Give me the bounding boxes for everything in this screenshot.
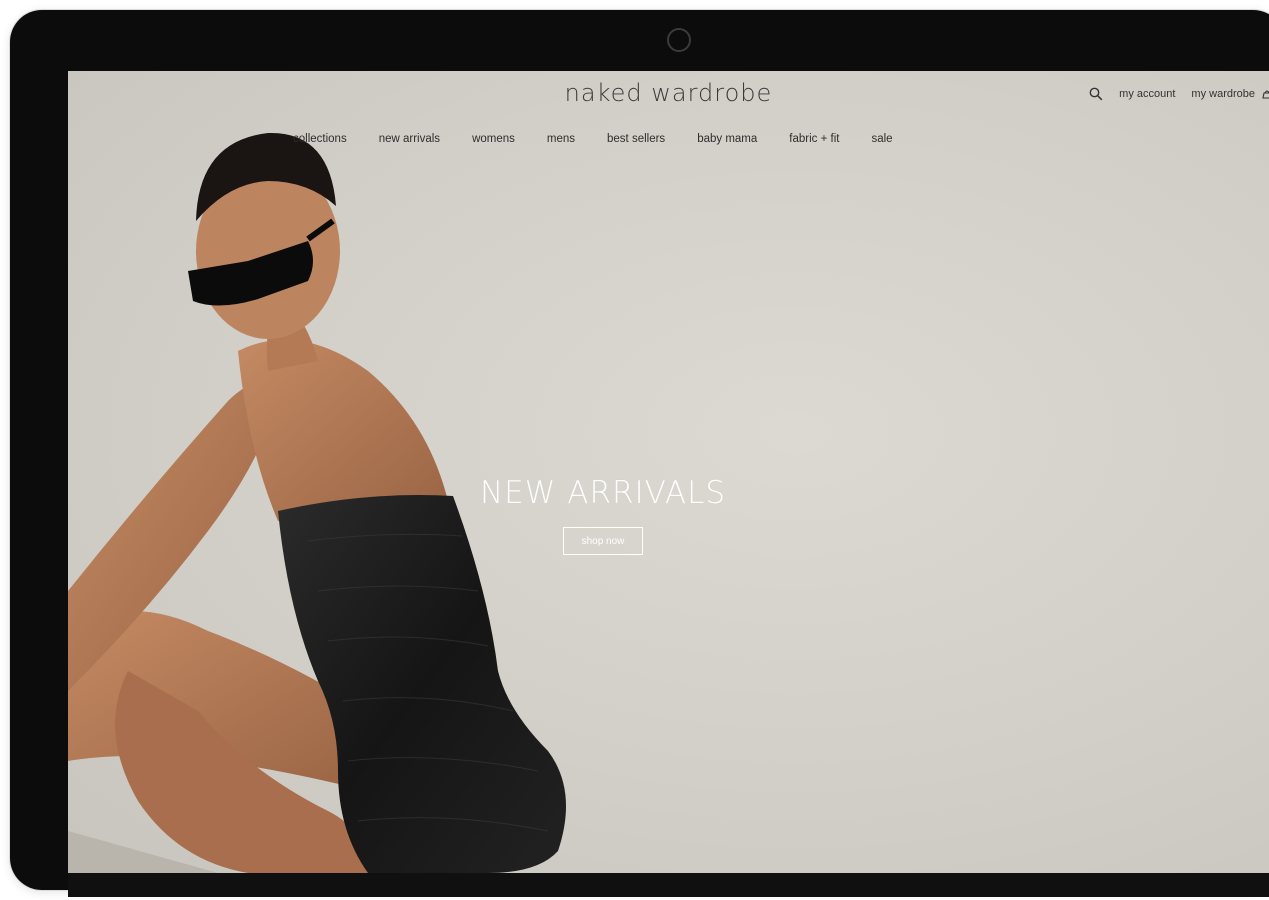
nav-item-baby-mama[interactable]: baby mama xyxy=(697,133,757,145)
nav-item-fabric-fit[interactable]: fabric + fit xyxy=(789,133,839,145)
search-icon xyxy=(1089,87,1103,101)
nav-item-best-sellers[interactable]: best sellers xyxy=(607,133,665,145)
my-wardrobe-link[interactable]: my wardrobe xyxy=(1191,88,1269,100)
nav-item-new-arrivals[interactable]: new arrivals xyxy=(379,133,440,145)
device-bottom-bezel xyxy=(68,873,1269,897)
nav-item-mens[interactable]: mens xyxy=(547,133,575,145)
search-button[interactable] xyxy=(1089,87,1103,101)
hero-banner: NEW ARRIVALS shop now xyxy=(448,475,758,555)
front-camera xyxy=(667,28,691,52)
nav-item-sale[interactable]: sale xyxy=(871,133,892,145)
hero-model-photo xyxy=(68,132,566,873)
hero-title: NEW ARRIVALS xyxy=(479,475,727,511)
nav-item-womens[interactable]: womens xyxy=(472,133,515,145)
utility-nav: my account my wardrobe xyxy=(1089,87,1269,101)
nav-item-collections[interactable]: collections xyxy=(293,133,347,145)
site-header: naked wardrobe my account my wardrobe co… xyxy=(68,71,1269,171)
my-account-link[interactable]: my account xyxy=(1119,88,1175,100)
bag-icon xyxy=(1262,90,1269,99)
shop-now-button[interactable]: shop now xyxy=(563,527,643,555)
main-nav: collections new arrivals womens mens bes… xyxy=(293,133,893,145)
my-wardrobe-label: my wardrobe xyxy=(1191,88,1255,100)
website-screen: naked wardrobe my account my wardrobe co… xyxy=(68,71,1269,873)
tablet-device-frame: naked wardrobe my account my wardrobe co… xyxy=(10,10,1269,897)
